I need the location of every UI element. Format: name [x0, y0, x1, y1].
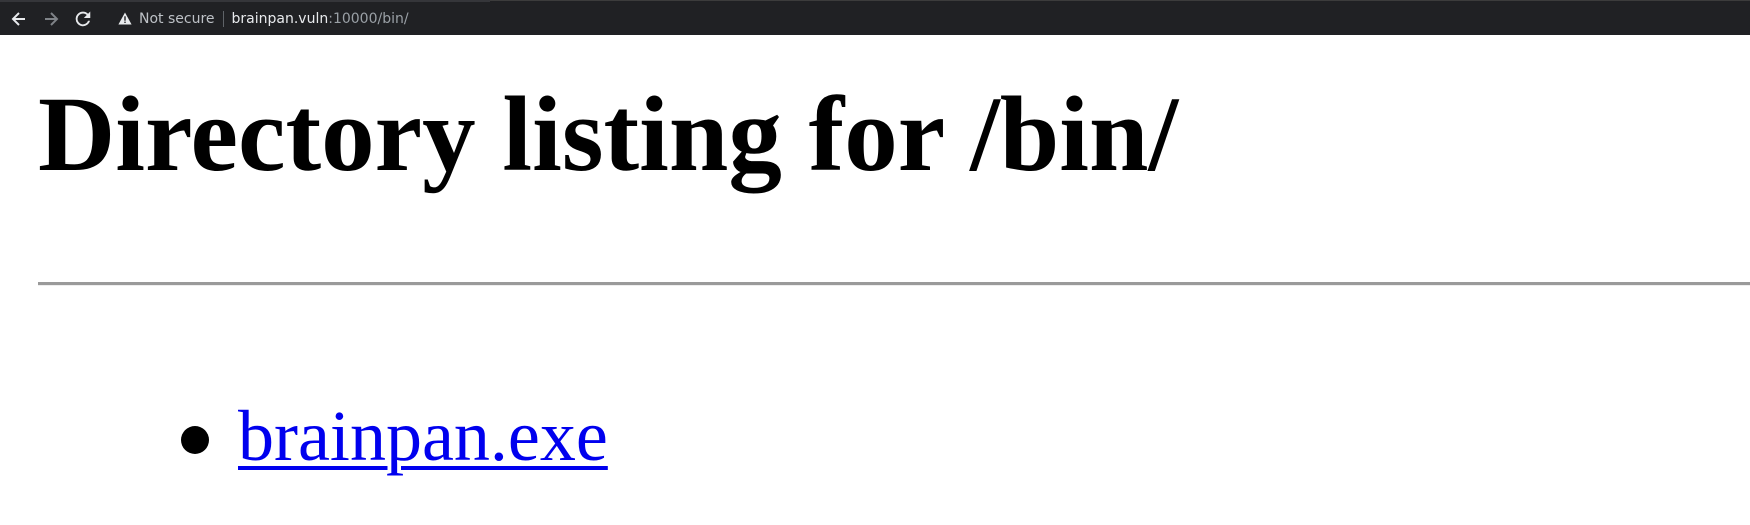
- arrow-right-icon: [43, 11, 59, 27]
- file-list: brainpan.exe: [0, 400, 608, 472]
- browser-toolbar: Not secure brainpan.vuln:10000/bin/: [0, 0, 1750, 35]
- address-bar[interactable]: Not secure brainpan.vuln:10000/bin/: [100, 5, 1740, 32]
- list-item: brainpan.exe: [0, 400, 608, 472]
- horizontal-rule: [38, 282, 1750, 286]
- bullet-icon: [181, 426, 209, 454]
- reload-button[interactable]: [73, 9, 93, 29]
- page-content: Directory listing for /bin/ brainpan.exe: [0, 35, 1750, 525]
- url-host[interactable]: brainpan.vuln: [232, 11, 329, 27]
- security-status-label[interactable]: Not secure: [139, 11, 215, 27]
- file-link-brainpan-exe[interactable]: brainpan.exe: [238, 396, 608, 476]
- warning-triangle-icon[interactable]: [116, 10, 134, 28]
- arrow-left-icon: [11, 11, 27, 27]
- forward-button[interactable]: [41, 9, 61, 29]
- address-divider: [222, 10, 224, 27]
- url-path[interactable]: :10000/bin/: [328, 11, 408, 27]
- reload-icon: [75, 11, 91, 27]
- page-title: Directory listing for /bin/: [38, 76, 1179, 194]
- tab-strip-edge: [0, 0, 490, 2]
- back-button[interactable]: [9, 9, 29, 29]
